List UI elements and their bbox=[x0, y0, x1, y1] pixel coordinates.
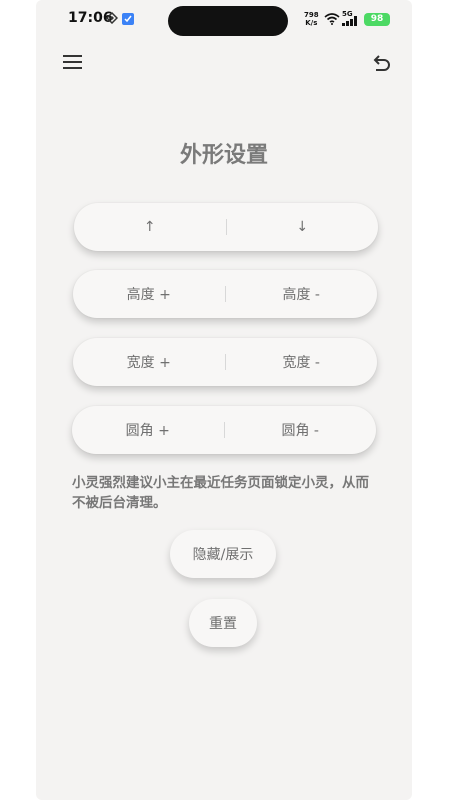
camera-notch bbox=[168, 6, 288, 36]
app-screen: 17:06 798 K/s 5G 98 外形设置 ↑ ↓ 高度 + 高度 - 宽… bbox=[36, 0, 412, 800]
move-down-button[interactable]: ↓ bbox=[227, 203, 379, 251]
hamburger-menu-icon bbox=[63, 55, 82, 69]
network-speed-unit: K/s bbox=[305, 19, 318, 27]
move-up-button[interactable]: ↑ bbox=[74, 203, 226, 251]
reset-button[interactable]: 重置 bbox=[189, 599, 257, 647]
radius-decrease-button[interactable]: 圆角 - bbox=[225, 406, 377, 454]
signal-icon bbox=[342, 16, 357, 26]
height-decrease-button[interactable]: 高度 - bbox=[226, 270, 378, 318]
menu-button[interactable] bbox=[62, 52, 88, 78]
width-decrease-button[interactable]: 宽度 - bbox=[226, 338, 378, 386]
battery-level: 98 bbox=[370, 14, 384, 24]
wifi-icon bbox=[324, 13, 340, 25]
battery-indicator: 98 bbox=[364, 13, 390, 26]
height-increase-button[interactable]: 高度 + bbox=[73, 270, 225, 318]
width-increase-button[interactable]: 宽度 + bbox=[73, 338, 225, 386]
undo-button[interactable] bbox=[370, 52, 396, 78]
phone-frame: 17:06 798 K/s 5G 98 外形设置 ↑ ↓ 高度 + 高度 - 宽… bbox=[0, 0, 450, 800]
undo-arrow-icon bbox=[373, 55, 390, 71]
page-title: 外形设置 bbox=[179, 143, 268, 168]
status-bar: 17:06 798 K/s 5G 98 bbox=[36, 0, 412, 38]
radius-control-row: 圆角 + 圆角 - bbox=[72, 406, 376, 454]
network-speed-value: 798 bbox=[304, 11, 319, 19]
diamond-icon bbox=[106, 12, 118, 24]
hide-show-button[interactable]: 隐藏/展示 bbox=[170, 530, 276, 578]
network-speed: 798 K/s bbox=[304, 11, 319, 27]
width-control-row: 宽度 + 宽度 - bbox=[73, 338, 377, 386]
lock-app-notice: 小灵强烈建议小主在最近任务页面锁定小灵，从而不被后台清理。 bbox=[72, 475, 369, 511]
height-control-row: 高度 + 高度 - bbox=[73, 270, 377, 318]
clipboard-app-icon bbox=[122, 13, 134, 25]
move-control-row: ↑ ↓ bbox=[74, 203, 378, 251]
radius-increase-button[interactable]: 圆角 + bbox=[72, 406, 224, 454]
